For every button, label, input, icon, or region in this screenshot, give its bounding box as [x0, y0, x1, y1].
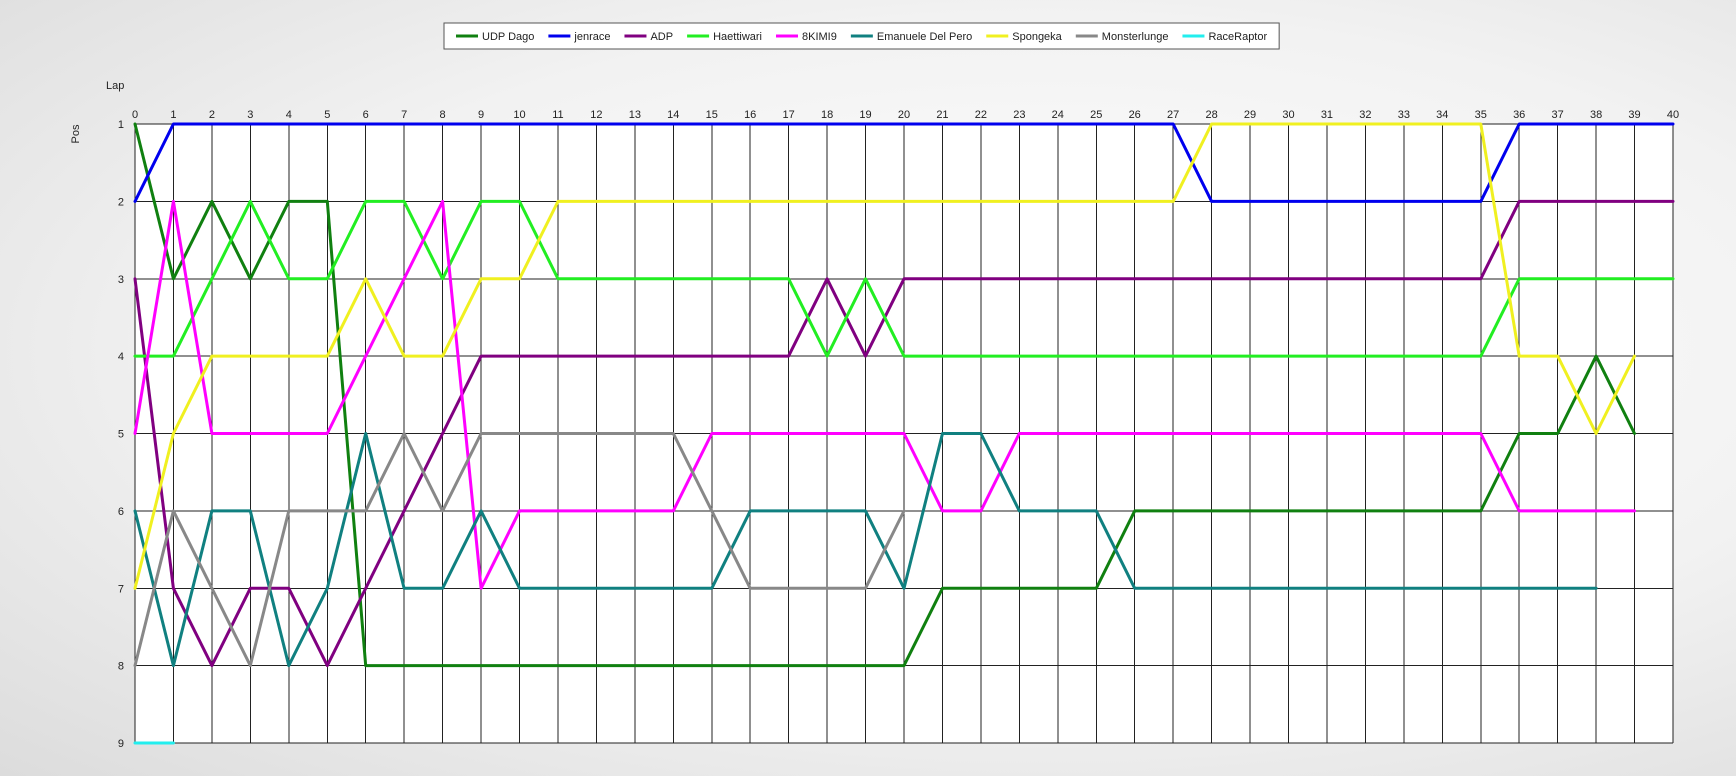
y-tick-label: 3	[118, 274, 124, 286]
x-tick-label: 21	[936, 109, 948, 121]
x-tick-label: 27	[1167, 109, 1179, 121]
x-tick-label: 8	[440, 109, 446, 121]
x-tick-labels: 0 1 2 3 4 5 6 7 8 9 10 11 12 13 14 15 16 17 18 19 20 21 22 23 24…	[132, 109, 1679, 121]
x-tick-label: 5	[324, 109, 330, 121]
x-tick-label: 11	[552, 109, 563, 121]
legend-label: ADP	[650, 31, 673, 43]
legend-label: 8KIMI9	[802, 31, 837, 43]
x-tick-label: 10	[513, 109, 525, 121]
y-tick-label: 6	[118, 506, 124, 518]
x-tick-label: 25	[1090, 109, 1102, 121]
x-tick-label: 28	[1205, 109, 1217, 121]
legend-label: UDP Dago	[482, 31, 534, 43]
x-tick-label: 9	[478, 109, 484, 121]
y-tick-label: 5	[118, 429, 124, 441]
x-tick-label: 0	[132, 109, 138, 121]
x-tick-label: 38	[1590, 109, 1602, 121]
x-tick-label: 34	[1436, 109, 1448, 121]
x-tick-label: 7	[401, 109, 407, 121]
x-tick-label: 4	[286, 109, 292, 121]
y-tick-label: 2	[118, 196, 124, 208]
legend-label: Haettiwari	[713, 31, 762, 43]
x-tick-label: 20	[898, 109, 910, 121]
x-tick-label: 15	[706, 109, 718, 121]
x-tick-label: 30	[1282, 109, 1294, 121]
y-tick-label: 8	[118, 661, 124, 673]
y-axis-label: Pos	[70, 124, 82, 143]
x-tick-label: 35	[1475, 109, 1487, 121]
x-tick-label: 23	[1013, 109, 1025, 121]
legend-label: RaceRaptor	[1208, 31, 1267, 43]
x-axis-label: Lap	[106, 80, 124, 92]
x-tick-label: 3	[247, 109, 253, 121]
x-tick-label: 26	[1129, 109, 1141, 121]
x-tick-label: 36	[1513, 109, 1525, 121]
y-tick-label: 9	[118, 738, 124, 750]
legend-label: jenrace	[573, 31, 610, 43]
x-tick-label: 2	[209, 109, 215, 121]
x-tick-label: 24	[1052, 109, 1064, 121]
x-tick-label: 39	[1628, 109, 1640, 121]
x-tick-label: 33	[1398, 109, 1410, 121]
x-tick-label: 17	[783, 109, 795, 121]
legend-label: Spongeka	[1012, 31, 1062, 43]
x-tick-label: 37	[1552, 109, 1564, 121]
y-tick-label: 4	[118, 351, 124, 363]
y-tick-labels: 1 2 3 4 5 6 7 8 9	[118, 119, 124, 750]
x-tick-label: 14	[667, 109, 679, 121]
lap-position-chart: UDP Dago jenrace ADP Haettiwari 8KIMI9 Emanue…	[70, 22, 1679, 750]
x-tick-label: 32	[1359, 109, 1371, 121]
legend-label: Emanuele Del Pero	[877, 31, 972, 43]
x-tick-label: 16	[744, 109, 756, 121]
x-tick-label: 22	[975, 109, 987, 121]
x-tick-label: 13	[629, 109, 641, 121]
x-tick-label: 12	[590, 109, 602, 121]
x-tick-label: 18	[821, 109, 833, 121]
x-tick-label: 6	[363, 109, 369, 121]
y-tick-label: 7	[118, 583, 124, 595]
x-tick-label: 29	[1244, 109, 1256, 121]
legend-label: Monsterlunge	[1102, 31, 1169, 43]
x-tick-label: 19	[859, 109, 871, 121]
x-tick-label: 1	[170, 109, 176, 121]
y-tick-label: 1	[118, 119, 124, 131]
x-tick-label: 31	[1321, 109, 1333, 121]
x-tick-label: 40	[1667, 109, 1679, 121]
legend: UDP Dago jenrace ADP Haettiwari 8KIMI9 Emanue…	[443, 22, 1280, 50]
